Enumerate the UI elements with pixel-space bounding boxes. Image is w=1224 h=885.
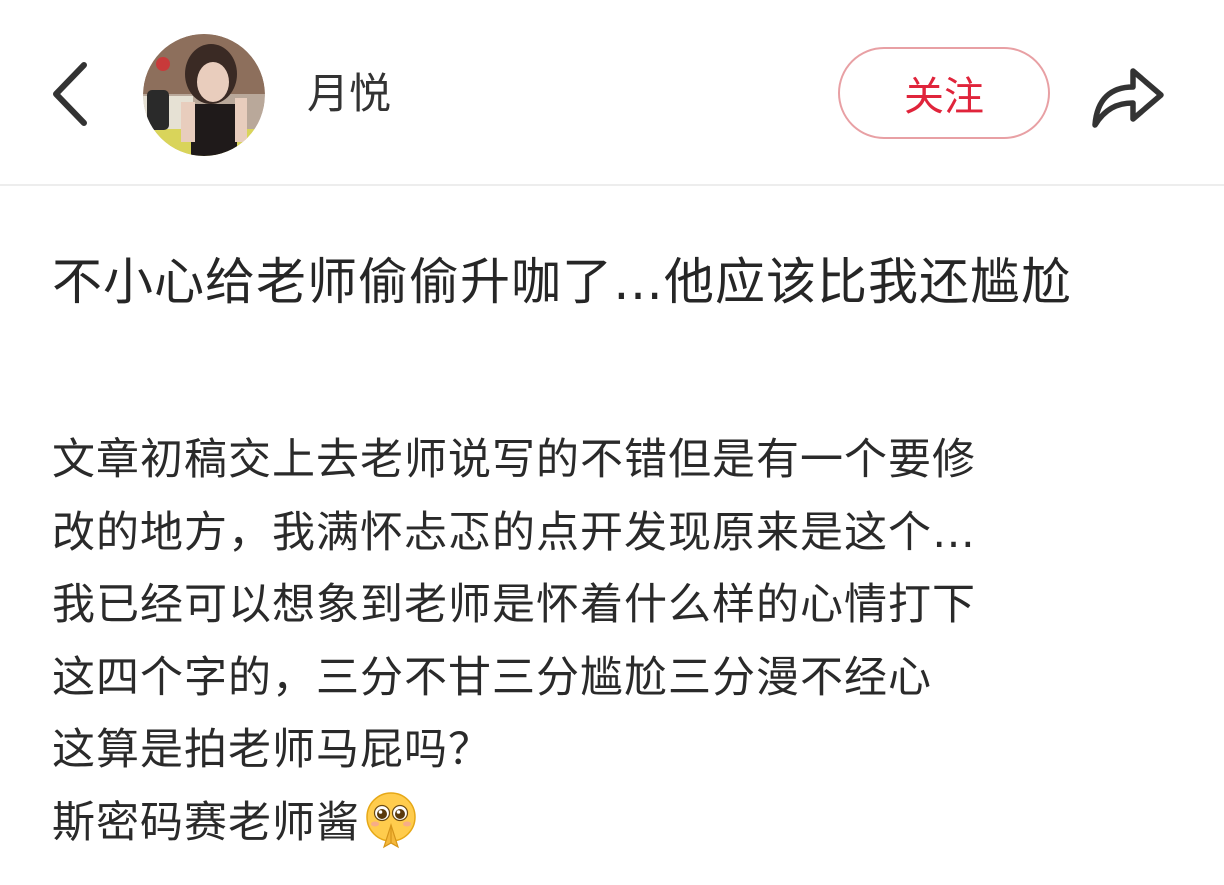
author-name[interactable]: 月悦: [307, 66, 391, 122]
post-title: 不小心给老师偷偷升咖了…他应该比我还尴尬: [52, 253, 1072, 311]
back-button[interactable]: [40, 54, 100, 134]
body-line: 这算是拍老师马屁吗？: [52, 725, 492, 775]
body-line: 我已经可以想象到老师是怀着什么样的心情打下: [52, 580, 976, 630]
author-avatar[interactable]: [143, 34, 265, 156]
body-line-text: 斯密码赛老师酱: [52, 797, 360, 848]
pleading-hands-emoji: [366, 792, 416, 849]
body-line: 这四个字的，三分不甘三分尴尬三分漫不经心: [52, 652, 932, 703]
share-button[interactable]: [1082, 56, 1172, 136]
top-bar: 月悦 关注: [0, 0, 1224, 186]
body-line: 改的地方，我满怀忐忑的点开发现原来是这个…: [52, 507, 976, 558]
follow-button[interactable]: 关注: [838, 47, 1050, 139]
share-arrow-icon: [1092, 68, 1164, 128]
post-body: 文章初稿交上去老师说写的不错但是有一个要修 改的地方，我满怀忐忑的点开发现原来是…: [52, 424, 1172, 859]
body-line-with-emoji: 斯密码赛老师酱: [52, 787, 1172, 860]
body-line: 文章初稿交上去老师说写的不错但是有一个要修: [52, 435, 976, 485]
chevron-left-icon: [53, 62, 87, 126]
